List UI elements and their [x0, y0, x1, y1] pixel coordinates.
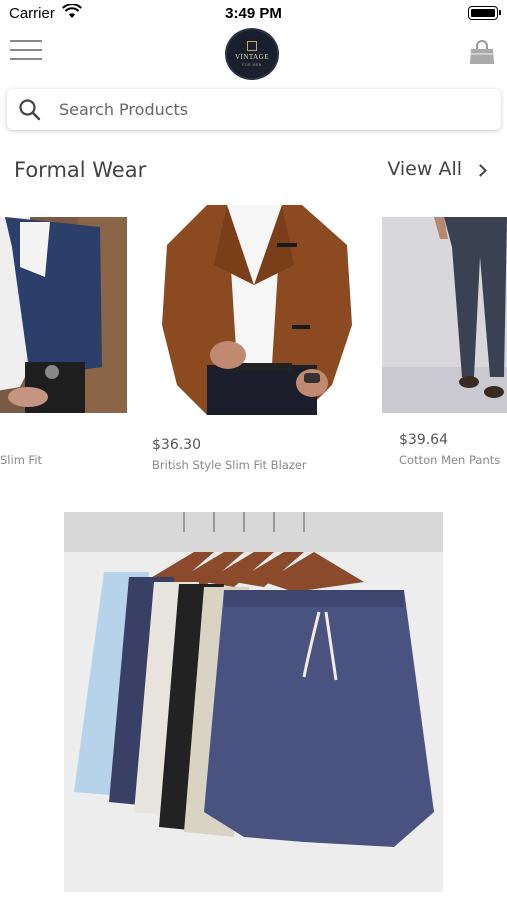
battery-icon [468, 6, 501, 20]
status-bar: Carrier 3:49 PM [0, 0, 507, 28]
product-name: Cotton Men Pants [399, 453, 501, 467]
search-bar [7, 89, 501, 130]
product-card[interactable]: $39.64 Cotton Men Pants [382, 205, 507, 485]
hamburger-menu-icon[interactable] [10, 40, 42, 66]
view-all-link[interactable]: View All [387, 158, 487, 180]
section-title: Formal Wear [14, 158, 147, 182]
product-name: Slim Fit [0, 453, 43, 467]
product-price: $39.64 [399, 432, 448, 448]
view-all-label: View All [387, 158, 462, 180]
product-carousel[interactable]: Slim Fit $36.30 British Style Slim Fit B… [0, 205, 507, 495]
brand-logo[interactable]: VINTAGE FOR MEN [225, 28, 279, 80]
status-time: 3:49 PM [225, 5, 282, 22]
product-card[interactable]: $36.30 British Style Slim Fit Blazer [152, 205, 357, 485]
search-input[interactable] [59, 89, 489, 130]
top-nav: VINTAGE FOR MEN [0, 28, 507, 80]
chevron-right-icon [474, 163, 487, 177]
section-header: Formal Wear View All [0, 150, 507, 190]
shopping-bag-icon[interactable] [467, 38, 497, 68]
product-image [152, 205, 357, 415]
crest-icon [247, 41, 257, 51]
product-image [0, 217, 127, 413]
search-icon[interactable] [17, 97, 43, 123]
product-price: $36.30 [152, 437, 201, 453]
logo-brand-text: VINTAGE [234, 53, 270, 61]
product-card[interactable]: Slim Fit [0, 205, 130, 485]
promo-banner-image[interactable] [64, 512, 443, 892]
product-image [382, 217, 507, 413]
logo-sub-text: FOR MEN [242, 63, 262, 67]
product-name: British Style Slim Fit Blazer [152, 458, 307, 472]
